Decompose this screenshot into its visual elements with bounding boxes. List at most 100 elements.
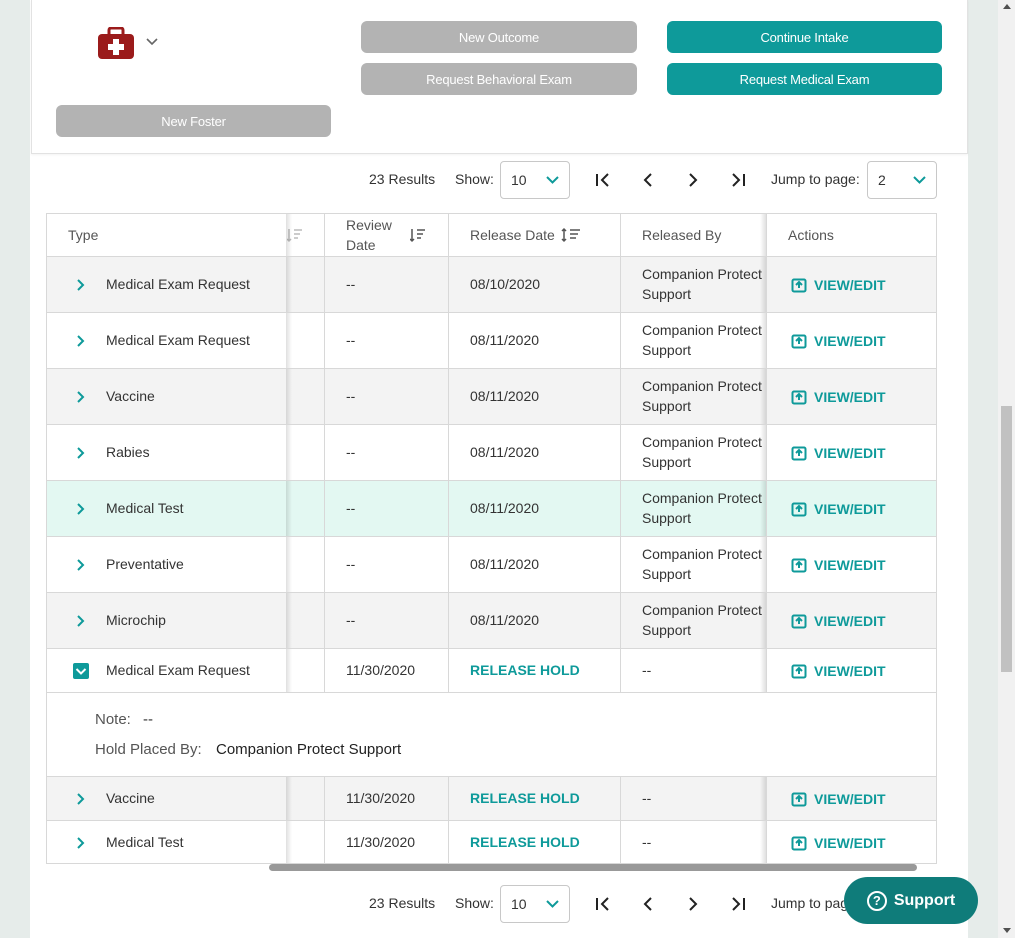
checkbox-expanded-icon[interactable]: [73, 663, 89, 679]
note-label: Note:: [95, 711, 131, 728]
column-divider: [324, 649, 325, 692]
row-type: Medical Test: [106, 834, 184, 850]
row-review-date: --: [346, 332, 356, 348]
page-size-value: 10: [511, 172, 527, 188]
request-behavioral-exam-button[interactable]: Request Behavioral Exam: [361, 63, 637, 95]
support-button[interactable]: ? Support: [844, 877, 978, 924]
column-divider: [620, 481, 621, 536]
first-page-icon[interactable]: [594, 171, 614, 189]
next-page-icon[interactable]: [683, 171, 703, 189]
header-actions: Actions: [788, 227, 834, 243]
row-type: Vaccine: [106, 790, 155, 806]
jump-to-page-select[interactable]: 2: [867, 161, 937, 199]
column-divider: [448, 593, 449, 648]
pager-top: 23 Results Show: 10 Jump to page: 2: [0, 161, 1015, 199]
open-in-new-icon: [791, 278, 807, 293]
column-divider: [324, 537, 325, 592]
release-hold-link[interactable]: RELEASE HOLD: [470, 662, 580, 678]
last-page-icon[interactable]: [728, 895, 748, 913]
chevron-down-icon[interactable]: [146, 37, 158, 47]
sort-icon[interactable]: [561, 227, 581, 243]
row-type: Medical Exam Request: [106, 662, 250, 678]
horizontal-scrollbar-thumb[interactable]: [269, 864, 917, 871]
next-page-icon[interactable]: [683, 895, 703, 913]
vertical-scrollbar-thumb[interactable]: [1001, 406, 1012, 672]
chevron-right-icon[interactable]: [76, 446, 86, 460]
chevron-right-icon[interactable]: [76, 334, 86, 348]
header-review-line2[interactable]: Date: [346, 237, 376, 253]
continue-intake-button[interactable]: Continue Intake: [667, 21, 942, 53]
view-edit-label: VIEW/EDIT: [814, 662, 886, 679]
column-divider: [324, 593, 325, 648]
previous-page-icon[interactable]: [638, 895, 658, 913]
view-edit-label: VIEW/EDIT: [814, 388, 886, 405]
column-divider: [324, 313, 325, 368]
view-edit-label: VIEW/EDIT: [814, 444, 886, 461]
chevron-right-icon[interactable]: [76, 390, 86, 404]
view-edit-link[interactable]: VIEW/EDIT: [791, 612, 886, 629]
view-edit-link[interactable]: VIEW/EDIT: [791, 662, 886, 679]
chevron-right-icon[interactable]: [76, 614, 86, 628]
header-review-line1[interactable]: Review: [346, 217, 392, 233]
view-edit-link[interactable]: VIEW/EDIT: [791, 500, 886, 517]
column-shadow: [286, 425, 292, 480]
chevron-down-icon: [546, 176, 559, 184]
scroll-up-arrow-icon[interactable]: [1003, 4, 1011, 9]
open-in-new-icon: [791, 664, 807, 679]
view-edit-label: VIEW/EDIT: [814, 556, 886, 573]
row-review-date: --: [346, 444, 356, 460]
header-type[interactable]: Type: [68, 227, 98, 243]
open-in-new-icon: [791, 390, 807, 405]
row-type: Medical Exam Request: [106, 276, 250, 292]
table-row: Microchip -- 08/11/2020 Companion Protect Su…: [47, 593, 936, 649]
results-count: 23 Results: [369, 895, 436, 911]
release-hold-link[interactable]: RELEASE HOLD: [470, 790, 580, 806]
scroll-down-arrow-icon[interactable]: [1003, 928, 1011, 933]
view-edit-link[interactable]: VIEW/EDIT: [791, 388, 886, 405]
column-divider: [766, 425, 767, 480]
chevron-right-icon[interactable]: [76, 558, 86, 572]
medical-kit-icon[interactable]: [97, 27, 135, 60]
column-shadow: [286, 593, 292, 648]
table-row: Medical Exam Request -- 08/10/2020 Companio…: [47, 257, 936, 313]
chevron-down-icon: [913, 176, 926, 184]
page-size-select[interactable]: 10: [500, 885, 570, 923]
row-release-date: 08/11/2020: [470, 388, 540, 404]
row-type: Microchip: [106, 612, 166, 628]
header-released-by[interactable]: Released By: [642, 227, 721, 243]
page-size-value: 10: [511, 896, 527, 912]
first-page-icon[interactable]: [594, 895, 614, 913]
chevron-right-icon[interactable]: [76, 792, 86, 806]
sort-icon[interactable]: [410, 227, 426, 243]
row-release-date: 08/11/2020: [470, 556, 540, 572]
view-edit-link[interactable]: VIEW/EDIT: [791, 790, 886, 807]
row-released-by-line1: Companion Protect: [642, 490, 762, 506]
column-divider: [448, 313, 449, 368]
page-size-select[interactable]: 10: [500, 161, 570, 199]
last-page-icon[interactable]: [728, 171, 748, 189]
column-shadow: [286, 777, 292, 820]
column-shadow: [286, 537, 292, 592]
expanded-row-detail: Note: -- Hold Placed By: Companion Prote…: [47, 693, 936, 777]
chevron-right-icon[interactable]: [76, 836, 86, 850]
chevron-right-icon[interactable]: [76, 502, 86, 516]
chevron-right-icon[interactable]: [76, 278, 86, 292]
previous-page-icon[interactable]: [638, 171, 658, 189]
release-hold-link[interactable]: RELEASE HOLD: [470, 834, 580, 850]
open-in-new-icon: [791, 836, 807, 851]
row-review-date: 11/30/2020: [346, 834, 416, 850]
view-edit-link[interactable]: VIEW/EDIT: [791, 276, 886, 293]
column-divider: [766, 649, 767, 692]
view-edit-link[interactable]: VIEW/EDIT: [791, 834, 886, 851]
request-medical-exam-button[interactable]: Request Medical Exam: [667, 63, 942, 95]
header-release-date[interactable]: Release Date: [470, 227, 555, 243]
new-foster-button[interactable]: New Foster: [56, 105, 331, 137]
view-edit-link[interactable]: VIEW/EDIT: [791, 556, 886, 573]
view-edit-link[interactable]: VIEW/EDIT: [791, 332, 886, 349]
column-divider: [620, 821, 621, 863]
view-edit-label: VIEW/EDIT: [814, 276, 886, 293]
view-edit-link[interactable]: VIEW/EDIT: [791, 444, 886, 461]
new-outcome-button[interactable]: New Outcome: [361, 21, 637, 53]
column-shadow: [286, 481, 292, 536]
column-divider: [766, 777, 767, 820]
